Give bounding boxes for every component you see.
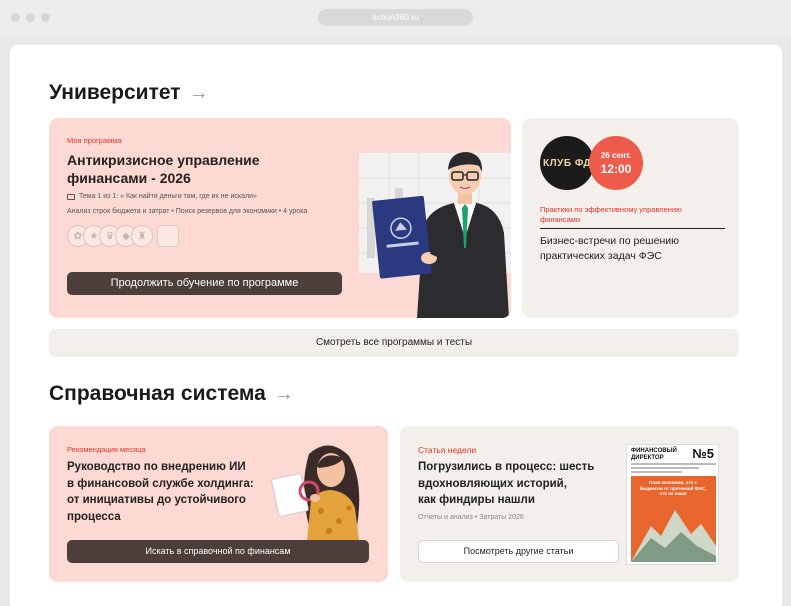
- program-topic: Тема 1 из 1: « Как найти деньги там, где…: [79, 193, 257, 200]
- university-heading[interactable]: Университет →: [49, 81, 209, 105]
- book-icon: [67, 193, 75, 200]
- man-with-certificate-illustration: [359, 152, 511, 318]
- other-articles-button[interactable]: Посмотреть другие статьи: [418, 540, 619, 563]
- badge-icon: [157, 225, 179, 247]
- arrow-right-icon: →: [188, 81, 209, 104]
- month-title-line4: процесса: [67, 510, 121, 523]
- all-programs-button[interactable]: Смотреть все программы и тесты: [49, 329, 739, 357]
- magazine-cover[interactable]: ФИНАНСОВЫЙ ДИРЕКТОР №5 План экономии, чт…: [626, 444, 719, 565]
- program-title-line2: финансами - 2026: [67, 170, 191, 186]
- week-tag: Статья недели: [418, 445, 477, 455]
- club-title-line2: практических задач ФЭС: [540, 250, 662, 262]
- divider: [540, 228, 725, 229]
- week-title-line2: вдохновляющих историй,: [418, 477, 567, 490]
- program-card[interactable]: Моя программа Антикризисное управление ф…: [49, 118, 511, 318]
- week-title-line1: Погрузились в процесс: шесть: [418, 461, 595, 473]
- magazine-name-line1: ФИНАНСОВЫЙ: [631, 448, 677, 454]
- address-bar[interactable]: action360.ru: [318, 9, 473, 26]
- club-tag: Практики по эффективному управлению фина…: [540, 205, 682, 225]
- club-logo-text: КЛУБ ФД: [543, 157, 591, 169]
- page-content: Университет → Моя программа Антикризисно…: [10, 45, 782, 606]
- month-title-line3: от инициативы до устойчивого: [67, 494, 246, 506]
- week-article-card[interactable]: Статья недели Погрузились в процесс: шес…: [400, 426, 739, 582]
- arrow-right-icon: →: [273, 382, 294, 405]
- badge-icon: ♜: [131, 225, 153, 247]
- month-title-line1: Руководство по внедрению ИИ: [67, 461, 246, 473]
- university-title: Университет: [49, 81, 181, 104]
- club-event-card[interactable]: КЛУБ ФД 26 сент. 12:00 Практики по эффек…: [522, 118, 739, 318]
- magazine-subheadlines: [631, 463, 716, 473]
- club-logo: КЛУБ ФД: [540, 136, 594, 190]
- reference-title: Справочная система: [49, 382, 266, 405]
- window-controls: [11, 13, 50, 22]
- club-tag-line2: финансами: [540, 215, 581, 224]
- magazine-cover-art: План экономии, что с бюджетом от претенз…: [631, 476, 716, 562]
- mountain-image: [631, 510, 716, 562]
- event-time: 12:00: [600, 161, 632, 176]
- magazine-headline: План экономии, что с бюджетом от претенз…: [639, 480, 707, 496]
- magazine-name-line2: ДИРЕКТОР: [631, 454, 664, 461]
- minimize-window-dot[interactable]: [26, 13, 35, 22]
- program-title-line1: Антикризисное управление: [67, 152, 260, 168]
- achievement-badges: ✿ ★ ♛ ◆ ♜: [67, 225, 179, 247]
- club-title-line1: Бизнес-встречи по решению: [540, 235, 679, 247]
- woman-reading-illustration: [271, 445, 360, 540]
- month-title-line2: в финансовой службе холдинга:: [67, 477, 254, 490]
- program-details: Анализ строк бюджета и затрат • Поиск ре…: [67, 208, 308, 215]
- month-recommendation-card[interactable]: Рекомендация месяца Руководство по внедр…: [49, 426, 388, 582]
- browser-chrome: action360.ru: [0, 0, 791, 38]
- event-date-badge: 26 сент. 12:00: [589, 136, 643, 190]
- magazine-issue: №5: [692, 446, 714, 461]
- continue-program-button[interactable]: Продолжить обучение по программе: [67, 272, 342, 295]
- club-tag-line1: Практики по эффективному управлению: [540, 205, 682, 214]
- month-tag: Рекомендация месяца: [67, 445, 146, 454]
- search-reference-button[interactable]: Искать в справочной по финансам: [67, 540, 369, 563]
- week-meta: Отчеты и анализ • Затраты 2026: [418, 514, 524, 521]
- close-window-dot[interactable]: [11, 13, 20, 22]
- week-title-line3: как финдиры нашли: [418, 494, 535, 506]
- reference-heading[interactable]: Справочная система →: [49, 382, 294, 406]
- program-tag: Моя программа: [67, 136, 122, 145]
- maximize-window-dot[interactable]: [41, 13, 50, 22]
- event-date: 26 сент.: [600, 150, 632, 160]
